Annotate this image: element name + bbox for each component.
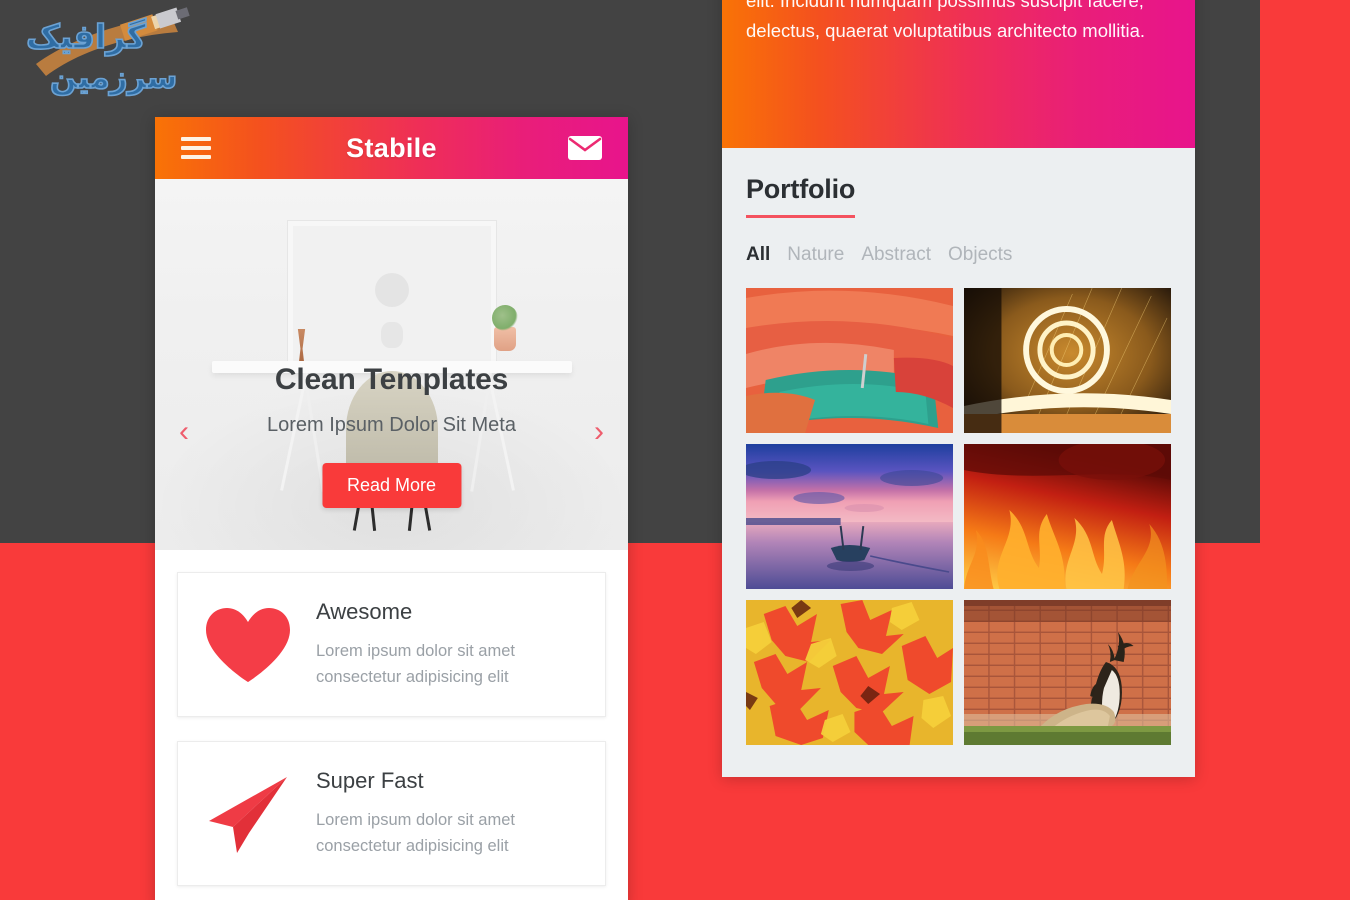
portfolio-thumb-boat-sunset[interactable] [746,444,953,589]
feature-icon-slot [202,606,294,684]
decor-picture-frame [287,221,496,371]
feature-card[interactable]: Awesome Lorem ipsum dolor sit amet conse… [177,572,606,718]
screenshot-stage: گرافیک سرزمین Stabile Clean Templates Lo… [0,0,1350,900]
portfolio-title: Portfolio [746,174,855,218]
feature-icon-slot [202,773,294,855]
portfolio-heading-wrap: Portfolio [746,174,1171,218]
portfolio-filter-nature[interactable]: Nature [787,244,844,266]
carousel-next-arrow-icon[interactable]: › [586,415,612,449]
portfolio-thumb-kayaks[interactable] [746,288,953,433]
feature-card-list: Awesome Lorem ipsum dolor sit amet conse… [155,550,628,887]
intro-gradient-block: Lorem ipsum dolor sit amet, consectetur … [722,0,1195,148]
portfolio-filter-abstract[interactable]: Abstract [861,244,931,266]
portfolio-panel: Lorem ipsum dolor sit amet, consectetur … [722,0,1195,777]
portfolio-filter-all[interactable]: All [746,244,770,266]
decor-plant [494,327,516,351]
app-title: Stabile [346,132,437,163]
feature-text: Awesome Lorem ipsum dolor sit amet conse… [316,599,581,690]
feature-description: Lorem ipsum dolor sit amet consectetur a… [316,642,515,686]
portfolio-thumb-light-spiral[interactable] [964,288,1171,433]
feature-text: Super Fast Lorem ipsum dolor sit amet co… [316,768,581,859]
portfolio-thumb-deer-brick-wall[interactable] [964,600,1171,745]
portfolio-filter-objects[interactable]: Objects [948,244,1012,266]
intro-paragraph: Lorem ipsum dolor sit amet, consectetur … [746,0,1145,41]
phone-app-header: Stabile [155,117,628,179]
hero-slider: Clean Templates Lorem Ipsum Dolor Sit Me… [155,179,628,550]
paper-plane-icon [209,776,287,853]
envelope-icon[interactable] [568,136,602,160]
feature-description: Lorem ipsum dolor sit amet consectetur a… [316,811,515,855]
decor-desk-leg [470,372,492,492]
portfolio-thumb-autumn-leaves[interactable] [746,600,953,745]
feature-card[interactable]: Super Fast Lorem ipsum dolor sit amet co… [177,741,606,887]
feature-title: Awesome [316,599,413,624]
portfolio-thumb-fire[interactable] [964,444,1171,589]
portfolio-grid [746,288,1171,745]
heart-icon [206,607,290,682]
decor-desk-leg [487,372,515,491]
carousel-prev-arrow-icon[interactable]: ‹ [171,415,197,449]
feature-title: Super Fast [316,768,424,794]
portfolio-body: Portfolio All Nature Abstract Objects [722,148,1195,745]
read-more-button[interactable]: Read More [321,463,462,508]
decor-desk-leg [280,372,308,491]
portfolio-filter-tabs: All Nature Abstract Objects [746,244,1171,266]
phone-mockup: Stabile Clean Templates Lorem Ipsum Dolo… [155,117,628,900]
